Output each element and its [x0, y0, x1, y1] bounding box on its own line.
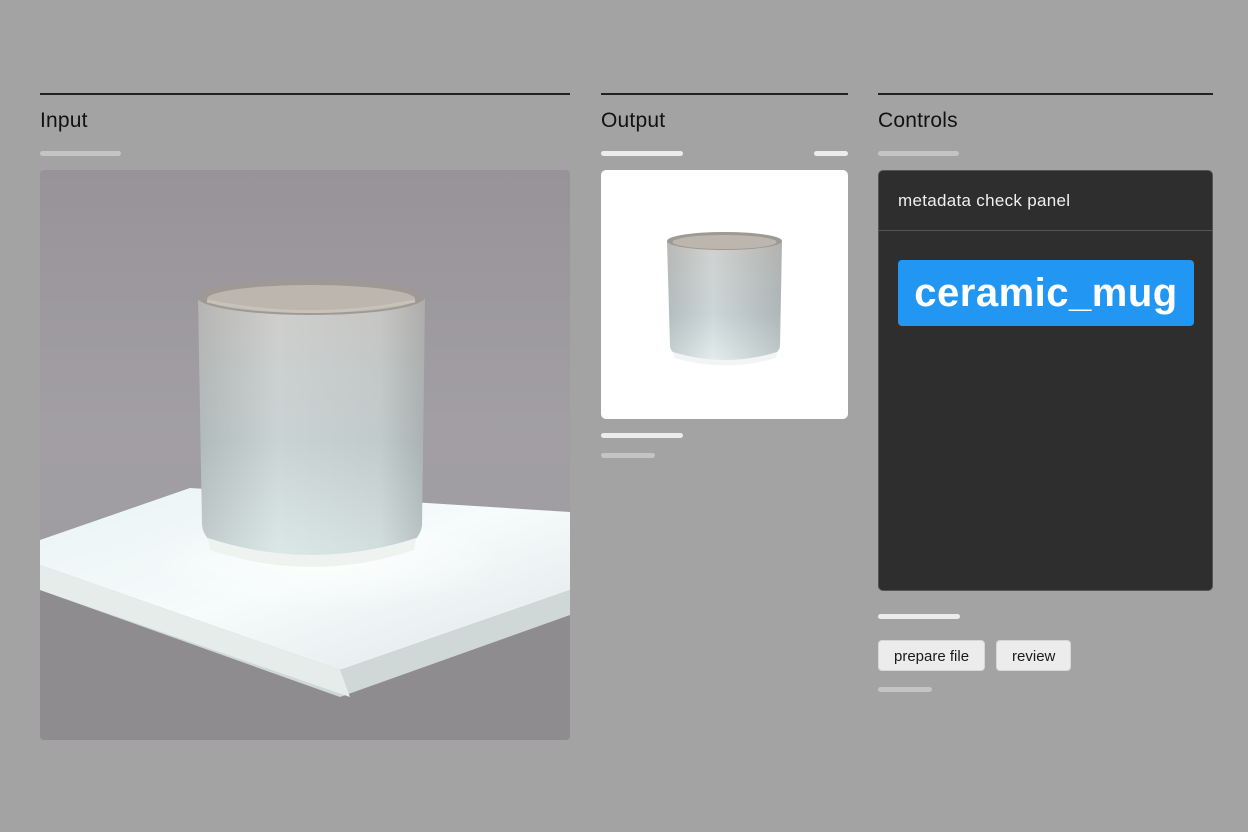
controls-placeholder-bar-bottom: [878, 687, 932, 692]
output-placeholder-bar: [601, 151, 683, 156]
prepare-file-button[interactable]: prepare file: [878, 640, 986, 671]
input-divider: [40, 93, 570, 95]
output-title: Output: [601, 109, 666, 132]
controls-divider: [878, 93, 1213, 95]
output-placeholder-bar-right: [814, 151, 848, 156]
controls-placeholder-bar: [878, 151, 959, 156]
classification-tag: ceramic_mug: [898, 260, 1194, 326]
input-column: Input: [40, 93, 570, 740]
controls-placeholder-bar-lower: [878, 614, 960, 619]
output-image: [601, 170, 848, 419]
output-caption-bar: [601, 433, 683, 438]
metadata-check-panel: metadata check panel ceramic_mug: [878, 170, 1213, 591]
input-cup-illustration: [40, 279, 570, 740]
controls-column: Controls metadata check panel ceramic_mu…: [878, 93, 1213, 692]
input-image: [40, 170, 570, 740]
action-buttons: prepare file review: [878, 640, 1072, 671]
output-column: Output: [601, 93, 848, 458]
output-cup-illustration: [667, 232, 782, 366]
controls-title: Controls: [878, 109, 958, 132]
panel-header: metadata check panel: [879, 171, 1212, 231]
review-button[interactable]: review: [996, 640, 1072, 671]
output-caption-bar-secondary: [601, 453, 655, 458]
output-divider: [601, 93, 848, 95]
input-placeholder-bar: [40, 151, 121, 156]
input-title: Input: [40, 109, 88, 132]
